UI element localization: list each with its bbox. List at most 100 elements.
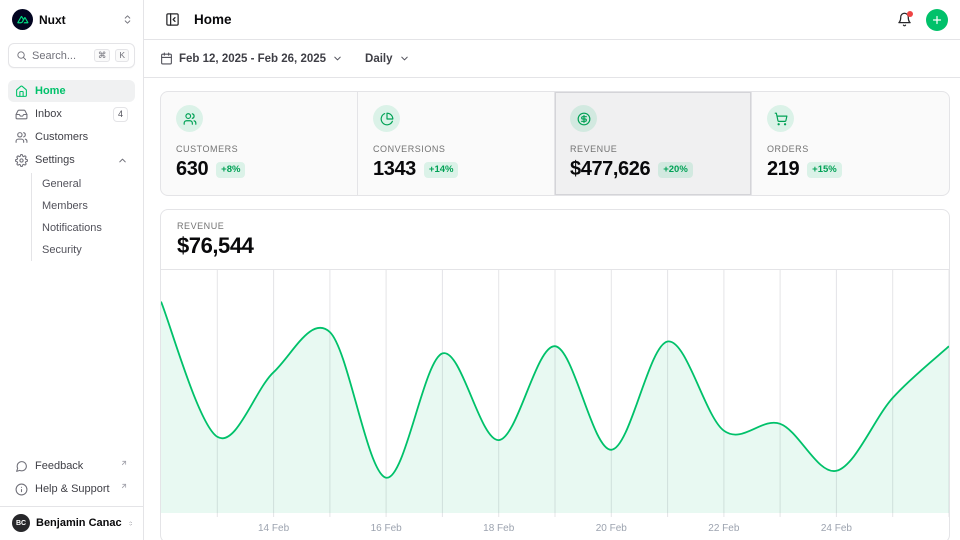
nuxt-logo-icon [12,9,33,30]
chart-metric-value: $76,544 [177,233,933,259]
x-axis-label: 22 Feb [708,523,739,534]
sidebar-item-customers[interactable]: Customers [8,126,135,148]
footer-link-label: Feedback [35,460,112,472]
sidebar-nav: Home Inbox 4 Customers Settings General … [8,80,135,261]
external-link-icon [120,482,128,490]
stat-label: REVENUE [570,144,736,154]
date-range-picker[interactable]: Feb 12, 2025 - Feb 26, 2025 [160,52,343,65]
sidebar-item-home[interactable]: Home [8,80,135,102]
chart-metric-label: REVENUE [177,221,933,231]
stat-value: 1343 [373,158,416,181]
granularity-label: Daily [365,53,393,65]
stat-label: CUSTOMERS [176,144,342,154]
stats-row: CUSTOMERS 630 +8% CONVERSIONS 1343 +14% [160,91,950,196]
users-icon [15,131,28,144]
dashboard-content: CUSTOMERS 630 +8% CONVERSIONS 1343 +14% [144,78,960,540]
stat-delta-badge: +20% [658,162,693,178]
x-axis-label: 20 Feb [596,523,627,534]
page-header: Home [144,0,960,40]
granularity-select[interactable]: Daily [365,53,410,65]
filters-toolbar: Feb 12, 2025 - Feb 26, 2025 Daily [144,40,960,78]
users-icon [183,112,197,126]
shopping-cart-icon [774,112,788,126]
sidebar: Nuxt Search... ⌘ K Home Inbox 4 Customer… [0,0,144,540]
home-icon [15,85,28,98]
subitem-label: Security [42,244,82,256]
stat-card-orders[interactable]: ORDERS 219 +15% [752,92,949,195]
inbox-icon [15,108,28,121]
main-panel: Home Feb 12, 2025 - Feb 26, 2025 Daily [144,0,960,540]
chevrons-up-down-icon [128,518,133,529]
app-window: Nuxt Search... ⌘ K Home Inbox 4 Customer… [0,0,960,540]
feedback-link[interactable]: Feedback [8,455,135,477]
stat-card-customers[interactable]: CUSTOMERS 630 +8% [161,92,358,195]
x-axis-label: 16 Feb [371,523,402,534]
user-menu[interactable]: BC Benjamin Canac [0,506,143,540]
x-axis-label: 14 Feb [258,523,289,534]
sidebar-toggle-button[interactable] [160,8,184,32]
chevron-down-icon [399,53,410,64]
subitem-label: Notifications [42,222,102,234]
chart-x-axis: 14 Feb 16 Feb 18 Feb 20 Feb 22 Feb 24 Feb [161,518,949,540]
user-name: Benjamin Canac [36,517,122,529]
subitem-label: General [42,178,81,190]
sidebar-item-inbox[interactable]: Inbox 4 [8,103,135,125]
chart-svg [161,270,949,518]
stat-card-revenue[interactable]: REVENUE $477,626 +20% [555,92,752,195]
notifications-button[interactable] [892,8,916,32]
revenue-chart-card: REVENUE $76,544 14 Feb 16 Feb 18 Feb 20 Feb… [160,209,950,540]
stat-delta-badge: +8% [216,162,245,178]
chart-pie-icon [380,112,394,126]
stat-delta-badge: +14% [424,162,459,178]
notification-dot [907,11,913,17]
date-range-label: Feb 12, 2025 - Feb 26, 2025 [179,53,326,65]
chart-header: REVENUE $76,544 [161,210,949,270]
message-circle-icon [15,460,28,473]
stat-label: CONVERSIONS [373,144,539,154]
chevron-up-icon [117,155,128,166]
footer-link-label: Help & Support [35,483,112,495]
sidebar-footer: Feedback Help & Support [0,455,143,506]
plus-icon [931,14,943,26]
page-title: Home [194,12,232,27]
search-input[interactable]: Search... ⌘ K [8,43,135,68]
kbd-meta: ⌘ [94,49,111,62]
sidebar-subitem-members[interactable]: Members [36,195,135,217]
team-switcher[interactable]: Nuxt [0,0,143,36]
settings-submenu: General Members Notifications Security [31,173,135,261]
kbd-k: K [115,49,129,62]
brand-name: Nuxt [39,13,116,27]
x-axis-label: 24 Feb [821,523,852,534]
calendar-icon [160,52,173,65]
stat-card-conversions[interactable]: CONVERSIONS 1343 +14% [358,92,555,195]
sidebar-subitem-general[interactable]: General [36,173,135,195]
chevron-down-icon [332,53,343,64]
inbox-count-badge: 4 [113,107,128,122]
external-link-icon [120,459,128,467]
revenue-area-chart[interactable] [161,270,949,518]
x-axis-label: 18 Feb [483,523,514,534]
circle-dollar-icon [577,112,591,126]
avatar: BC [12,514,30,532]
stat-value: 219 [767,158,799,181]
sidebar-item-label: Inbox [35,108,106,120]
search-placeholder: Search... [32,50,89,62]
help-support-link[interactable]: Help & Support [8,478,135,500]
gear-icon [15,154,28,167]
sidebar-item-settings[interactable]: Settings [8,149,135,171]
panel-left-close-icon [165,12,180,27]
sidebar-item-label: Settings [35,154,110,166]
info-circle-icon [15,483,28,496]
sidebar-subitem-security[interactable]: Security [36,239,135,261]
stat-label: ORDERS [767,144,934,154]
stat-value: $477,626 [570,158,650,181]
sidebar-subitem-notifications[interactable]: Notifications [36,217,135,239]
add-button[interactable] [926,9,948,31]
search-icon [16,50,27,61]
sidebar-item-label: Home [35,85,128,97]
stat-delta-badge: +15% [807,162,842,178]
subitem-label: Members [42,200,88,212]
stat-value: 630 [176,158,208,181]
sidebar-item-label: Customers [35,131,128,143]
chevrons-up-down-icon [122,14,133,25]
